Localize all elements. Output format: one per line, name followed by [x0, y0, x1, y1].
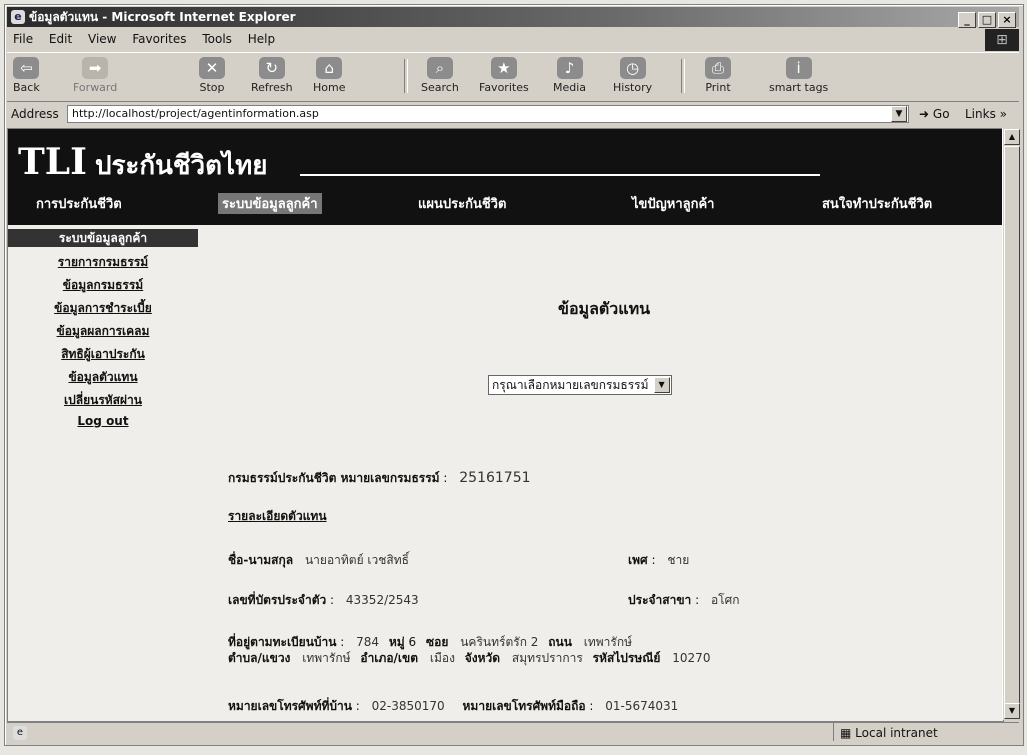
ie-page-icon: e	[13, 726, 27, 740]
go-arrow-icon: ➜	[919, 107, 930, 121]
menu-help[interactable]: Help	[248, 32, 275, 46]
sidebar-item-claims[interactable]: ข้อมูลผลการเคลม	[8, 322, 198, 341]
toolbar-separator	[404, 59, 408, 93]
address-dropdown-icon[interactable]: ▼	[891, 106, 907, 122]
nav-interested[interactable]: สนใจทำประกันชีวิต	[822, 193, 932, 214]
menu-favorites[interactable]: Favorites	[132, 32, 186, 46]
maximize-button[interactable]: □	[978, 12, 996, 28]
smart-tags-button[interactable]: i smart tags	[769, 57, 828, 94]
sidebar-item-change-password[interactable]: เปลี่ยนรหัสผ่าน	[8, 391, 198, 410]
address-label: Address	[11, 107, 59, 121]
info-icon: i	[785, 57, 812, 79]
back-button[interactable]: ⇦ Back	[13, 57, 40, 94]
menu-tools[interactable]: Tools	[202, 32, 232, 46]
nav-customer-faq[interactable]: ไขปัญหาลูกค้า	[632, 193, 714, 214]
site-logo[interactable]: TLI ประกันชีวิตไทย	[18, 141, 267, 186]
close-button[interactable]: ×	[998, 12, 1016, 28]
nav-life-insurance[interactable]: การประกันชีวิต	[36, 193, 122, 214]
search-button[interactable]: ⌕ Search	[421, 57, 459, 94]
sidebar-item-policy-list[interactable]: รายการกรมธรรม์	[8, 253, 198, 272]
branch-row: ประจำสาขา : อโศก	[628, 593, 740, 607]
scrollbar-thumb[interactable]	[1004, 146, 1020, 708]
search-icon: ⌕	[426, 57, 453, 79]
forward-arrow-icon: ➡	[82, 57, 109, 79]
ie-icon: e	[11, 10, 25, 24]
minimize-button[interactable]: _	[958, 12, 976, 28]
sidebar-item-logout[interactable]: Log out	[8, 414, 198, 428]
district-row: ตำบล/แขวง เทพารักษ์ อำเภอ/เขต เมือง จังห…	[228, 651, 711, 665]
main-content: ข้อมูลตัวแทน กรุณาเลือกหมายเลขกรมธรรม์ ▼…	[198, 225, 1003, 721]
menu-file[interactable]: File	[13, 32, 33, 46]
header-rule	[300, 174, 820, 176]
intranet-icon: ▦	[840, 726, 852, 740]
policy-select[interactable]: กรุณาเลือกหมายเลขกรมธรรม์ ▼	[488, 375, 672, 395]
windows-logo-icon: ⊞	[985, 29, 1019, 51]
page-viewport: TLI ประกันชีวิตไทย การประกันชีวิต ระบบข้อ…	[7, 128, 1004, 722]
scroll-up-icon[interactable]: ▲	[1004, 129, 1020, 145]
home-button[interactable]: ⌂ Home	[313, 57, 345, 94]
sidebar-item-policy-info[interactable]: ข้อมูลกรมธรรม์	[8, 276, 198, 295]
history-button[interactable]: ◷ History	[613, 57, 652, 94]
links-button[interactable]: Links »	[965, 102, 1007, 126]
address-bar: Address http://localhost/project/agentin…	[7, 102, 1019, 126]
print-button[interactable]: ⎙ Print	[705, 57, 731, 94]
history-icon: ◷	[619, 57, 646, 79]
security-zone: ▦ Local intranet	[833, 723, 938, 741]
sidebar-item-payment-info[interactable]: ข้อมูลการชำระเบี้ย	[8, 299, 198, 318]
sidebar-item-agent-info[interactable]: ข้อมูลตัวแทน	[8, 368, 198, 387]
site-header: TLI ประกันชีวิตไทย การประกันชีวิต ระบบข้อ…	[8, 129, 1003, 225]
forward-button[interactable]: ➡ Forward	[73, 57, 117, 94]
home-icon: ⌂	[316, 57, 343, 79]
favorites-button[interactable]: ★ Favorites	[479, 57, 529, 94]
address-input[interactable]: http://localhost/project/agentinformatio…	[67, 105, 909, 123]
sidebar-item-rights[interactable]: สิทธิผู้เอาประกัน	[8, 345, 198, 364]
menu-edit[interactable]: Edit	[49, 32, 72, 46]
chevron-down-icon[interactable]: ▼	[653, 377, 670, 393]
nav-insurance-plans[interactable]: แผนประกันชีวิต	[418, 193, 506, 214]
print-icon: ⎙	[705, 57, 731, 79]
sidebar: ระบบข้อมูลลูกค้า รายการกรมธรรม์ ข้อมูลกร…	[8, 225, 198, 721]
back-arrow-icon: ⇦	[13, 57, 40, 79]
window-title: ข้อมูลตัวแทน - Microsoft Internet Explor…	[29, 10, 296, 24]
scroll-down-icon[interactable]: ▼	[1004, 703, 1020, 719]
nav-customer-info[interactable]: ระบบข้อมูลลูกค้า	[218, 193, 322, 214]
policy-number-row: กรมธรรม์ประกันชีวิต หมายเลขกรมธรรม์ : 25…	[228, 470, 531, 486]
status-bar: e ▦ Local intranet	[7, 722, 1019, 743]
stop-icon: ✕	[199, 57, 225, 79]
phone-row: หมายเลขโทรศัพท์ที่บ้าน : 02-3850170 หมาย…	[228, 699, 679, 713]
sex-row: เพศ : ชาย	[628, 553, 690, 567]
name-row: ชื่อ-นามสกุล นายอาทิตย์ เวชสิทธิ์	[228, 553, 409, 567]
sidebar-heading[interactable]: ระบบข้อมูลลูกค้า	[8, 229, 198, 247]
title-bar: e ข้อมูลตัวแทน - Microsoft Internet Explo…	[7, 7, 1019, 29]
menu-bar: File Edit View Favorites Tools Help	[7, 29, 1019, 49]
window-controls: _ □ ×	[956, 9, 1016, 29]
id-row: เลขที่บัตรประจำตัว : 43352/2543	[228, 593, 419, 607]
refresh-icon: ↻	[258, 57, 285, 79]
vertical-scrollbar[interactable]: ▲ ▼	[1002, 128, 1020, 720]
toolbar-separator	[681, 59, 685, 93]
media-button[interactable]: ♪ Media	[553, 57, 586, 94]
menu-view[interactable]: View	[88, 32, 116, 46]
go-button[interactable]: ➜ Go	[919, 102, 950, 126]
browser-window: e ข้อมูลตัวแทน - Microsoft Internet Explo…	[4, 4, 1024, 746]
page-title: ข้อมูลตัวแทน	[558, 299, 651, 318]
media-icon: ♪	[556, 57, 583, 79]
refresh-button[interactable]: ↻ Refresh	[251, 57, 293, 94]
toolbar: ⇦ Back ➡ Forward ✕ Stop ↻ Refresh ⌂ Home ⌕ Sea…	[7, 52, 1019, 102]
favorites-icon: ★	[490, 57, 517, 79]
agent-detail-heading: รายละเอียดตัวแทน	[228, 509, 327, 523]
stop-button[interactable]: ✕ Stop	[199, 57, 225, 94]
